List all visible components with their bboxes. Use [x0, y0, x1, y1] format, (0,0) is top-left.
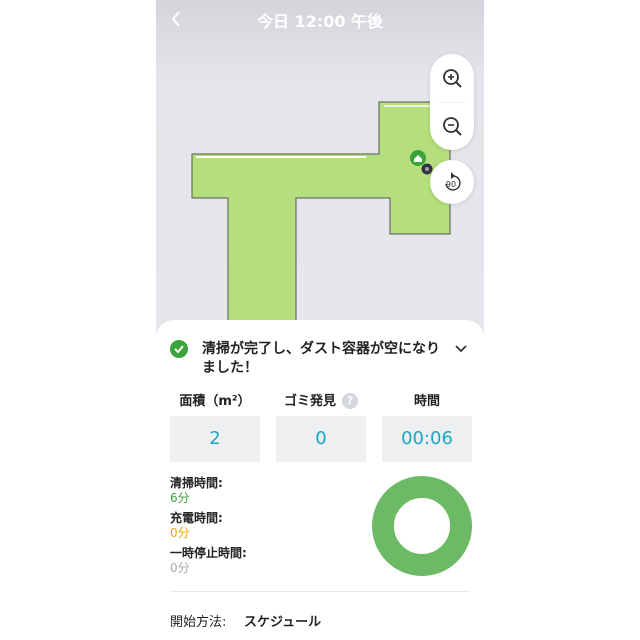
stat-dirt-found: ゴミ発見? 0: [276, 390, 366, 462]
zoom-in-button[interactable]: [430, 54, 474, 102]
start-method-row: 開始方法: スケジュール: [170, 611, 321, 630]
header: 今日 12:00 午後: [156, 0, 484, 38]
rotate-icon: 90: [445, 172, 461, 191]
stat-value: 0: [276, 416, 366, 462]
divider: [170, 591, 470, 592]
chevron-down-icon[interactable]: [454, 344, 468, 354]
stat-label: ゴミ発見: [283, 394, 336, 409]
time-donut-chart: [372, 476, 472, 576]
start-method-label: 開始方法:: [170, 615, 227, 630]
time-breakdown: 清掃時間: 6分 充電時間: 0分 一時停止時間: 0分: [170, 476, 330, 581]
rotate-label: 90: [446, 180, 456, 189]
zoom-in-icon: [443, 69, 462, 88]
cleaning-map[interactable]: 今日 12:00 午後 90: [156, 0, 484, 340]
page-title: 今日 12:00 午後: [256, 12, 384, 31]
help-icon[interactable]: ?: [342, 393, 358, 409]
stat-value: 00:06: [382, 416, 472, 462]
charging-time-value: 0分: [170, 526, 190, 540]
start-method-value: スケジュール: [244, 615, 322, 630]
paused-time-value: 0分: [170, 561, 190, 575]
stat-label: 時間: [413, 394, 440, 409]
status-message: 清掃が完了し、ダスト容器が空になりました！: [202, 341, 440, 376]
cleaned-area: [191, 101, 451, 340]
paused-time-label: 一時停止時間:: [170, 546, 247, 560]
app-screen: 今日 12:00 午後 90 清掃が完了し、ダスト容器が空になりました！ 面積（…: [156, 0, 484, 640]
charging-time-label: 充電時間:: [170, 511, 223, 525]
stat-label: 面積（m²）: [179, 394, 251, 409]
zoom-out-icon: [443, 117, 462, 136]
cleaning-time-value: 6分: [170, 491, 190, 505]
dock-icon: [410, 150, 426, 166]
check-circle-icon: [170, 340, 188, 358]
stat-duration: 時間 00:06: [382, 390, 472, 462]
summary-sheet: 清掃が完了し、ダスト容器が空になりました！ 面積（m²） 2 ゴミ発見? 0 時…: [156, 320, 484, 640]
status-banner[interactable]: 清掃が完了し、ダスト容器が空になりました！: [170, 340, 470, 380]
cleaning-time-label: 清掃時間:: [170, 476, 223, 490]
zoom-controls: [430, 54, 474, 150]
donut-segment-cleaning: [372, 476, 472, 576]
zoom-out-button[interactable]: [430, 102, 474, 150]
rotate-map-button[interactable]: 90: [430, 160, 474, 204]
stat-area: 面積（m²） 2: [170, 390, 260, 462]
stat-value: 2: [170, 416, 260, 462]
stat-label-wrap: ゴミ発見?: [276, 390, 366, 409]
